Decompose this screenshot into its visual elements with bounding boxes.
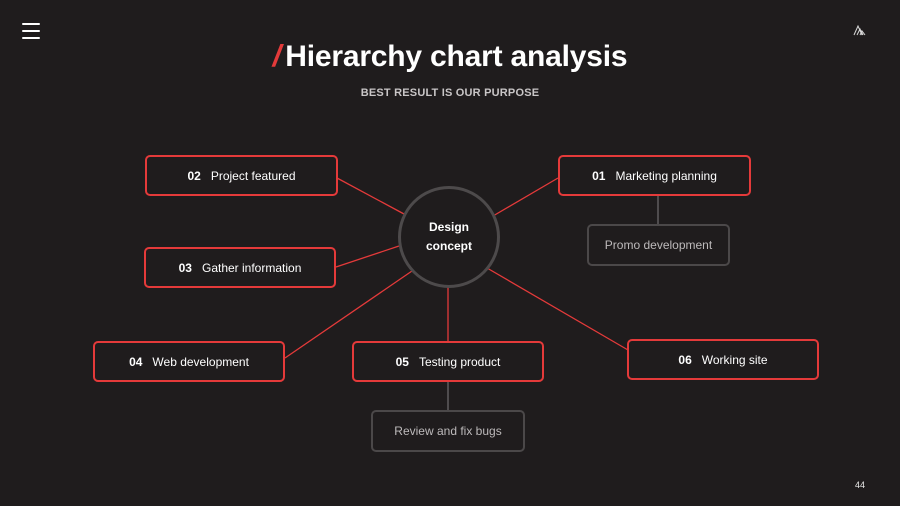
center-node: Design concept bbox=[398, 186, 500, 288]
node-05: 05 Testing product bbox=[352, 341, 544, 382]
node-06: 06 Working site bbox=[627, 339, 819, 380]
center-node-line1: Design bbox=[428, 220, 469, 234]
node-number: 05 bbox=[395, 354, 409, 369]
link-02 bbox=[336, 177, 405, 215]
node-label: Gather information bbox=[201, 260, 302, 275]
node-label: Web development bbox=[152, 354, 249, 369]
node-02: 02 Project featured bbox=[145, 155, 338, 196]
page-number: 44 bbox=[854, 480, 865, 490]
node-number: 04 bbox=[129, 354, 143, 369]
center-node-line2: concept bbox=[425, 239, 472, 253]
link-01 bbox=[492, 177, 559, 217]
node-number: 03 bbox=[178, 260, 192, 275]
node-number: 02 bbox=[187, 168, 201, 183]
node-03: 03 Gather information bbox=[144, 247, 336, 288]
link-03 bbox=[335, 245, 400, 268]
link-06 bbox=[486, 267, 629, 351]
node-04: 04 Web development bbox=[93, 341, 285, 382]
node-label: Testing product bbox=[418, 354, 501, 369]
sub-node-review: Review and fix bugs bbox=[371, 410, 525, 452]
sub-node-promo: Promo development bbox=[587, 224, 730, 266]
node-number: 01 bbox=[592, 168, 606, 183]
node-01: 01 Marketing planning bbox=[558, 155, 751, 196]
node-number: 06 bbox=[678, 352, 692, 367]
node-label: Project featured bbox=[210, 168, 296, 183]
node-label: Working site bbox=[701, 352, 768, 367]
node-label: Marketing planning bbox=[615, 168, 717, 183]
